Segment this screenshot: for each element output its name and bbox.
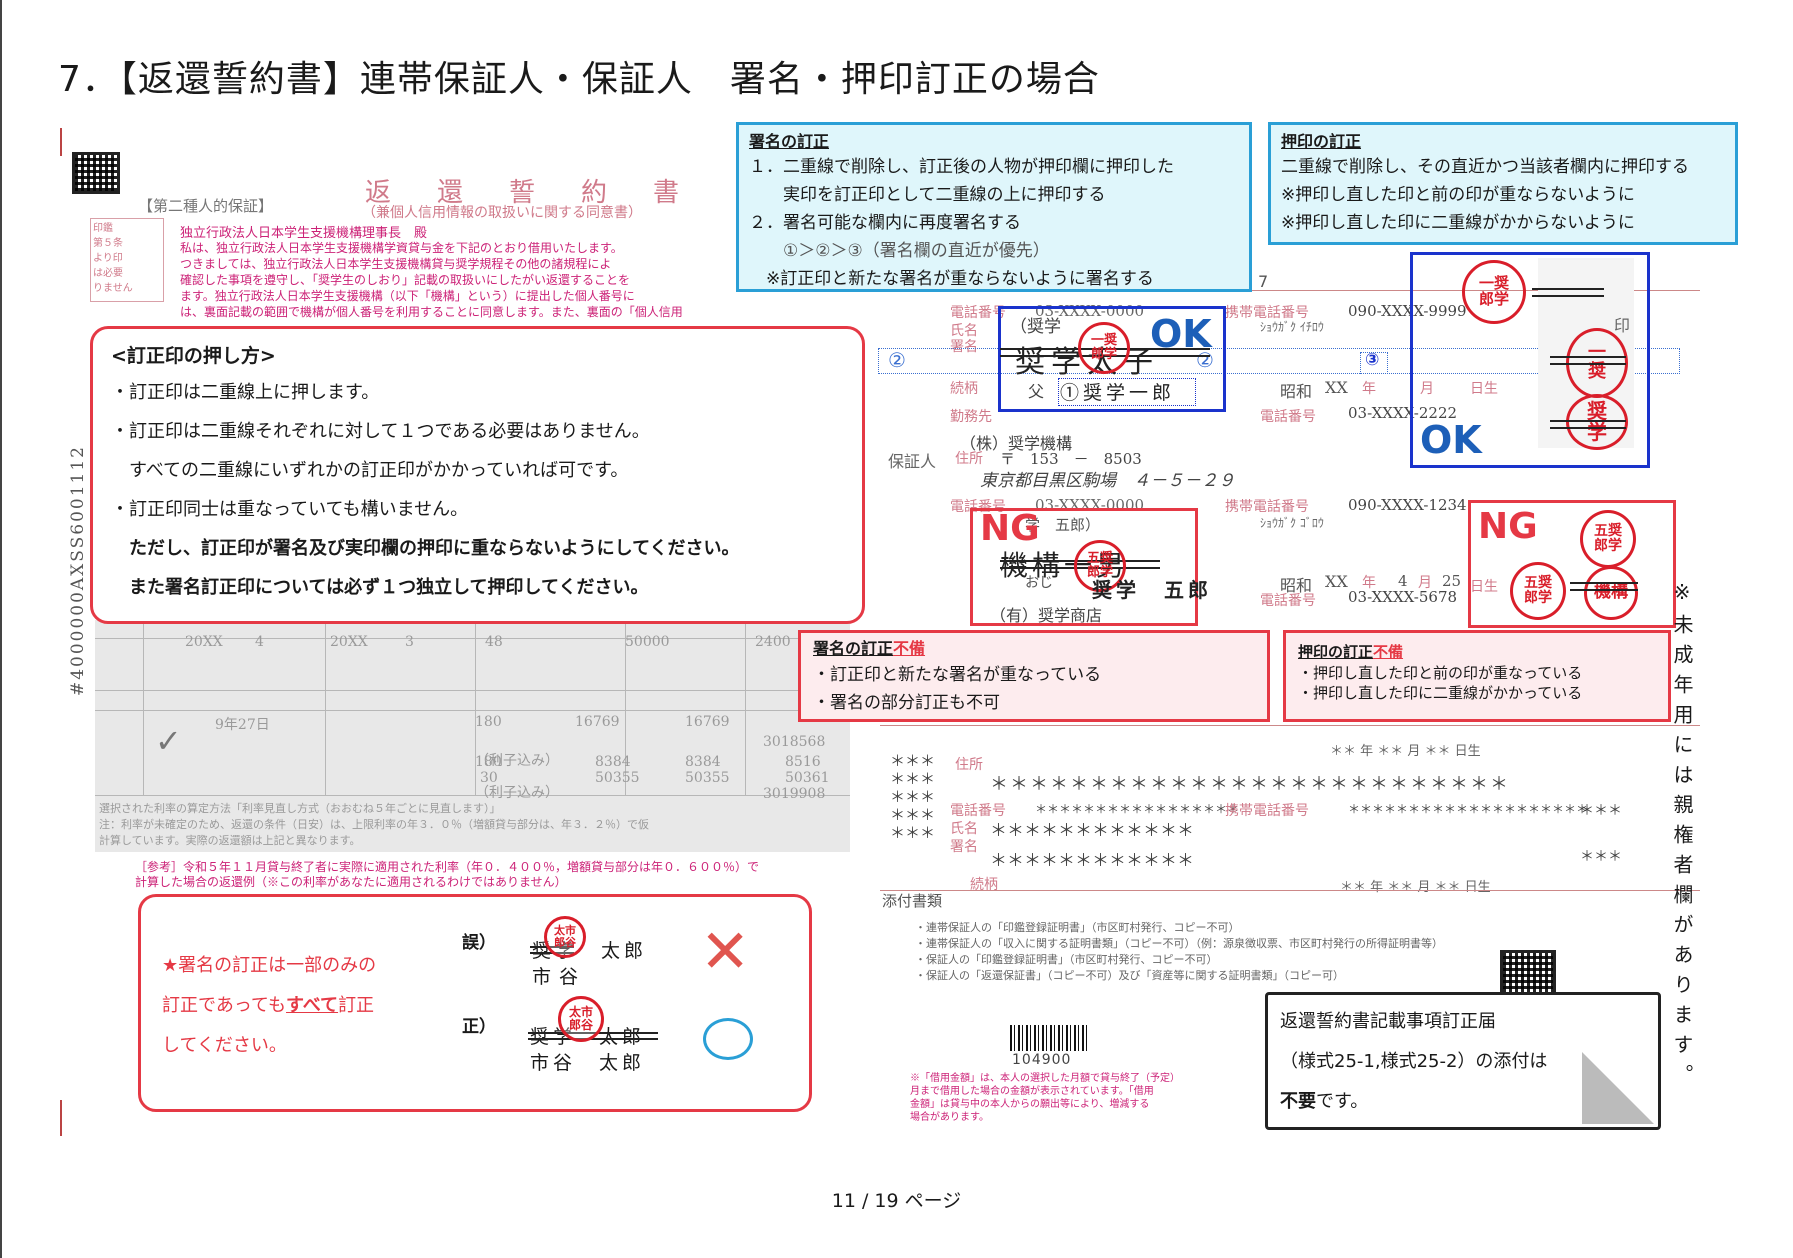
- crop-mark: [60, 128, 62, 156]
- position-2-left: ②: [888, 348, 906, 372]
- barcode-number: 104900: [1012, 1052, 1072, 1068]
- correction-seal-ichiro: 一奨 郎学: [1462, 260, 1526, 324]
- stars-address: ＊＊＊＊＊＊＊＊＊＊＊＊＊＊＊＊＊＊＊＊＊＊＊＊＊＊: [990, 774, 1510, 795]
- page-title: 7．【返還誓約書】連帯保証人・保証人 署名・押印訂正の場合: [58, 59, 1100, 100]
- correction-seal-goro: 五奨 郎学: [1510, 562, 1566, 620]
- qr-code: [72, 152, 120, 194]
- corrected-signature: ①奨学一郎: [1060, 382, 1176, 404]
- resigned-name: 奨学 五郎: [1092, 578, 1212, 602]
- qr-code: [1500, 950, 1556, 998]
- side-stamp-box: 印鑑 第５条 より印 は必要 りません: [90, 218, 164, 302]
- ok-label: OK: [1150, 312, 1212, 356]
- attachments-label: 添付書類: [882, 892, 943, 910]
- guarantor-label: 保証人: [888, 452, 937, 471]
- barcode: [1010, 1025, 1090, 1051]
- page-left-border: [0, 0, 2, 1258]
- wrong-name-bottom: 市谷: [532, 966, 587, 988]
- page-footer: 11 / 19 ページ: [831, 1190, 962, 1212]
- circle-icon: [703, 1018, 753, 1060]
- double-line: [1570, 582, 1638, 592]
- double-line: [1532, 288, 1604, 298]
- form-intro: 私は、独立行政法人日本学生支援機構学資貸与金を下記のとおり借用いたします。 つき…: [180, 241, 683, 319]
- vertical-note: ※未成年用には親権者欄があります。: [1670, 580, 1694, 1094]
- position-3: ③: [1365, 350, 1380, 370]
- double-line: [1550, 356, 1626, 366]
- seal-taro: 太市 郎谷: [558, 996, 604, 1042]
- form-category: 【第二種人的保証】: [138, 197, 274, 215]
- stars-column: ＊＊＊ ＊＊＊ ＊＊＊ ＊＊＊ ＊＊＊: [890, 752, 936, 842]
- right-name-bottom: 市谷 太郎: [530, 1052, 646, 1074]
- seal-kiko-icon: 機構: [1584, 566, 1638, 620]
- page-curl-icon: [1582, 1052, 1654, 1124]
- form-line: [880, 890, 1700, 891]
- form-doc-subtitle: （兼個人信用情報の取扱いに関する同意書）: [362, 205, 642, 221]
- right-label: 正）: [462, 1017, 496, 1037]
- ok-label: OK: [1420, 418, 1482, 462]
- sign-correction-callout: 署名の訂正 １．二重線で削除し、訂正後の人物が押印欄に押印した 実印を訂正印とし…: [736, 122, 1252, 292]
- checkmark-icon: ✓: [155, 722, 182, 760]
- attachments-list: ・連帯保証人の「印鑑登録証明書」（市区町村発行、コピー不可） ・連帯保証人の「収…: [915, 921, 1443, 982]
- reference-text: 計算した場合の返還例（※この利率があなたに適用されるわけではありません）: [135, 875, 567, 889]
- crop-mark: [60, 1100, 62, 1136]
- ng-label: NG: [980, 508, 1040, 549]
- seal-taro: 太市 郎谷: [544, 916, 586, 958]
- wrong-label: 誤）: [462, 933, 496, 953]
- partial-correction-text: ★署名の訂正は一部のみの 訂正であってもすべて訂正 してください。: [162, 955, 377, 1056]
- sign-ng-callout: 署名の訂正不備 ・訂正印と新たな署名が重なっている ・署名の部分訂正も不可: [798, 630, 1270, 722]
- form-vertical-id: #4000000AXSS6001112: [68, 445, 88, 697]
- how-to-stamp-callout: <訂正印の押し方> ・訂正印は二重線上に押します。 ・訂正印は二重線それぞれに対…: [90, 326, 865, 624]
- attach-note-text: 返還誓約書記載事項訂正届 （様式25-1,様式25-2）の添付は 不要です。: [1280, 1011, 1548, 1112]
- ng-label: NG: [1478, 506, 1538, 547]
- double-line: [1550, 420, 1626, 430]
- repayment-table: 20XX 4 20XX 3 48 50000 2400 ✓ 9年27日 （利子込…: [95, 620, 850, 852]
- seal-correction-callout: 押印の訂正 二重線で削除し、その直近かつ当該者欄内に押印する ※押印し直した印と…: [1268, 122, 1738, 245]
- correction-seal-ichiro: 一奨 郎学: [1078, 322, 1130, 374]
- form-line: [880, 725, 1700, 726]
- seal-ng-callout: 押印の訂正不備 ・押印し直した印と前の印が重なっている ・押印し直した印に二重線…: [1283, 630, 1671, 722]
- loan-note: ※「借用金額」は、本人の選択した月額で貸与終了（予定） 月まで借用した場合の金額…: [910, 1073, 1180, 1123]
- correction-seal-goro: 五奨 郎学: [1580, 510, 1636, 568]
- form-addressee: 独立行政法人日本学生支援機構理事長 殿: [180, 226, 428, 241]
- cross-icon: ✕: [700, 917, 751, 987]
